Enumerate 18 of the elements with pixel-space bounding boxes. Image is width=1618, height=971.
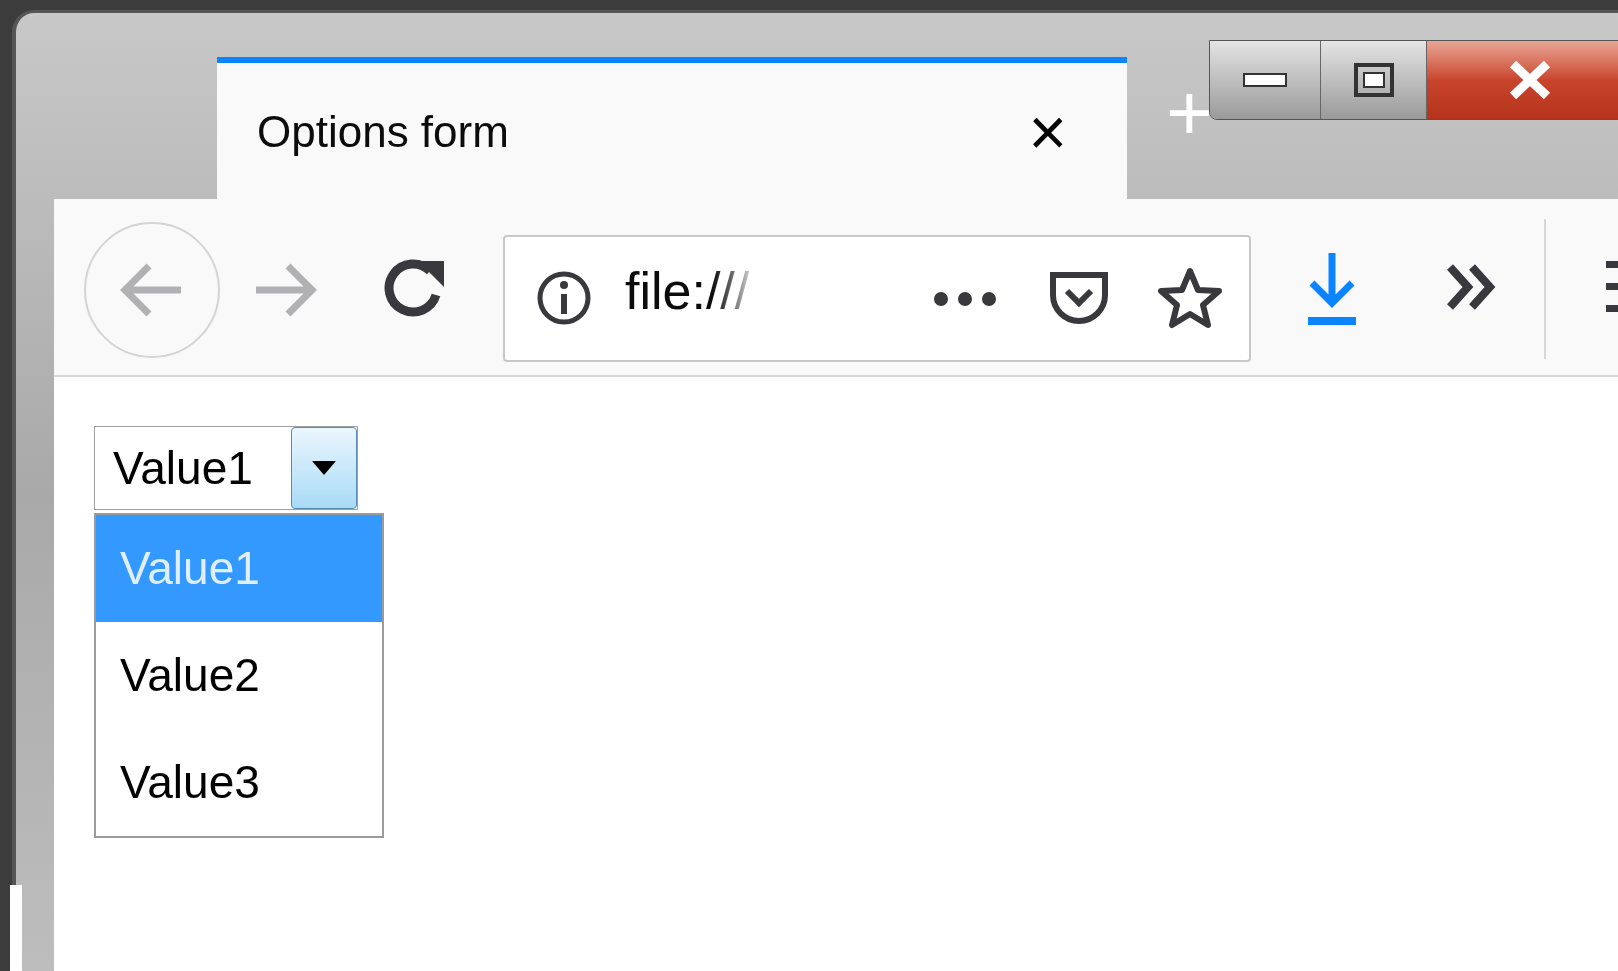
select-value: Value1 bbox=[112, 440, 253, 496]
more-icon bbox=[932, 290, 998, 308]
tab-title: Options form bbox=[257, 105, 509, 158]
caret-down-icon bbox=[312, 461, 336, 475]
star-icon bbox=[1157, 267, 1223, 329]
tab[interactable]: Options form × bbox=[217, 57, 1127, 200]
close-button[interactable] bbox=[1427, 41, 1618, 119]
maximize-icon bbox=[1353, 63, 1394, 97]
minimize-icon bbox=[1243, 73, 1287, 87]
info-icon bbox=[536, 270, 592, 326]
close-icon bbox=[1507, 60, 1553, 100]
minimize-button[interactable] bbox=[1210, 41, 1321, 119]
tab-close-button[interactable]: × bbox=[1028, 98, 1067, 165]
select-dropdown[interactable]: Value1 bbox=[94, 426, 358, 510]
dropdown-arrow-button[interactable] bbox=[291, 427, 357, 509]
address-bar[interactable]: file:/// bbox=[503, 235, 1251, 362]
maximize-button[interactable] bbox=[1321, 41, 1427, 119]
pocket-icon bbox=[1047, 269, 1111, 327]
